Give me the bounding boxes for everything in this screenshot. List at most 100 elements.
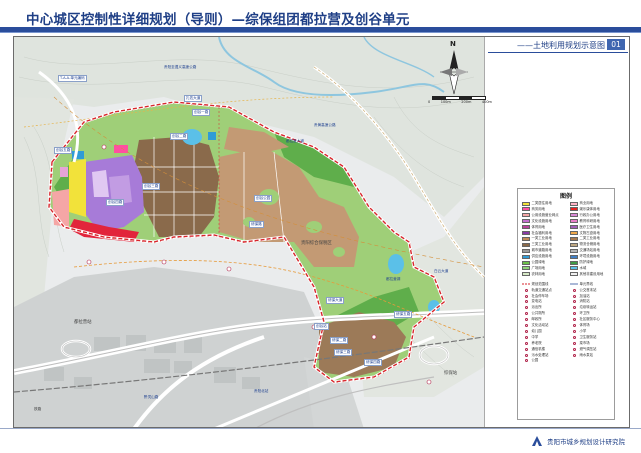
legend-label: 雨水泵站 — [579, 352, 594, 357]
legend-label: 燃气调压站 — [579, 346, 597, 351]
legend-item-color: 体育用地 — [522, 225, 545, 230]
legend-item-symbol: 幼儿园 — [522, 329, 542, 334]
legend-symbol-icon — [522, 306, 530, 310]
organization-name: 贵阳市城乡规划设计研究院 — [547, 438, 625, 446]
legend-item-color: 其他非建设用地 — [570, 272, 603, 277]
legend-symbol-icon — [570, 300, 578, 304]
legend-item-symbol: 派出所 — [522, 305, 542, 310]
legend-label: 公用设施营业网点 — [531, 212, 559, 217]
legend-label: 农林用地 — [531, 271, 546, 276]
legend-label: 轨道交通站点 — [531, 287, 552, 292]
legend-swatch — [570, 266, 578, 271]
legend-label: 污水处理站 — [531, 352, 549, 357]
legend-item-symbol: 消防站 — [570, 299, 590, 304]
legend-swatch — [570, 207, 578, 212]
map-label: 都拉营大道 — [286, 139, 304, 143]
legend-item-symbol: 养老院 — [522, 341, 542, 346]
legend-item-symbol: 雨水泵站 — [570, 353, 593, 358]
legend-label: 商务用地 — [531, 206, 546, 211]
legend-item-symbol: 轨道交通站点 — [522, 288, 552, 293]
legend-label: 垃圾转运站 — [579, 305, 597, 310]
legend-label: 文化活动站 — [531, 323, 549, 327]
legend-label: 文化设施用地 — [531, 218, 552, 223]
sheet-number-badge: 01 — [607, 39, 625, 50]
legend-item-color: 医疗卫生用地 — [570, 225, 600, 230]
legend-symbol-icon — [522, 288, 530, 292]
legend-label: 防护绿地 — [579, 260, 594, 264]
legend-item-color: 物流仓储用地 — [570, 242, 600, 247]
map-label: 贵黄高速公路 — [314, 123, 336, 127]
scale-label: 0 — [428, 100, 431, 104]
north-arrow-icon: N — [434, 40, 474, 98]
legend-label: 卫生服务站 — [579, 334, 597, 339]
legend-label: 社区服务中心 — [579, 317, 600, 322]
legend-label: 物流仓储用地 — [579, 242, 600, 247]
legend-item-symbol: 变电站 — [522, 299, 542, 304]
legend-swatch — [522, 236, 530, 241]
legend-item-color: 广场用地 — [522, 266, 545, 271]
legend-item-symbol: 污水处理站 — [522, 353, 548, 358]
map-label: 综保五路 — [394, 311, 413, 318]
legend-swatch — [522, 260, 530, 265]
legend-item-symbol: 加油站 — [570, 294, 590, 299]
map-label: 综保站 — [444, 371, 458, 376]
map-label: 黔灵山路 — [144, 395, 159, 399]
legend-item-symbol: 菜市场 — [570, 341, 590, 346]
legend-item-symbol: 公共厕所 — [522, 311, 545, 316]
legend-label: 环卫所 — [579, 311, 590, 316]
legend-item-color: 农林用地 — [522, 272, 545, 277]
legend-label: 水域 — [579, 265, 587, 270]
map-label: 创谷站 — [314, 323, 329, 330]
legend-swatch — [522, 266, 530, 271]
legend-label: 医疗卫生用地 — [579, 224, 600, 229]
legend-symbol-icon — [570, 353, 578, 357]
legend-swatch — [570, 260, 578, 265]
map-label: 都拉营站 — [74, 320, 92, 325]
legend-label: 公共厕所 — [531, 311, 546, 316]
legend-item-color: 城市道路用地 — [522, 248, 552, 253]
legend-swatch — [522, 225, 530, 230]
legend-item-color: 文物古迹用地 — [570, 231, 600, 236]
legend-label: 规划范围线 — [531, 281, 549, 286]
legend-symbol-icon — [570, 288, 578, 292]
legend-swatch — [522, 242, 530, 247]
map-label: 扎佐大道 — [184, 95, 203, 102]
legend-item-symbol: 邮政所 — [522, 317, 542, 322]
legend-item-color: 防护绿地 — [570, 260, 593, 265]
legend-item-color: 一类工业用地 — [522, 236, 552, 241]
legend-symbol-icon — [570, 335, 578, 339]
legend-swatch — [570, 242, 578, 247]
legend-item-color: 公用设施营业网点 — [522, 213, 559, 218]
legend-symbol-icon — [570, 294, 578, 298]
legend-swatch — [570, 201, 578, 206]
legend-item-symbol: 公交首末站 — [570, 288, 596, 293]
legend-title: 图例 — [559, 193, 572, 200]
legend-swatch — [570, 272, 578, 277]
footer-divider — [0, 428, 641, 429]
map-label: 综保三路 — [334, 349, 353, 356]
legend-symbol-icon — [522, 329, 530, 333]
water-body — [388, 254, 404, 274]
map-label: 贵阳至遵义高速公路 — [164, 65, 197, 69]
legend-item-color: 教育科研用地 — [570, 219, 600, 224]
legend-label: 消防站 — [579, 299, 590, 304]
legend-item-color: 二类工业用地 — [570, 236, 600, 241]
legend-label: 交通场站用地 — [579, 248, 600, 253]
sheet-title: ——土地利用规划示意图 — [517, 41, 605, 50]
legend-item-color: 文化设施用地 — [522, 219, 552, 224]
legend-label: 公园绿地 — [531, 260, 546, 264]
sheet-title-underline — [488, 52, 628, 53]
legend-label: 加油站 — [579, 293, 590, 298]
legend-swatch — [522, 248, 530, 253]
legend-label: 公园 — [531, 358, 539, 363]
legend-item-color: 二类居住用地 — [522, 201, 552, 206]
map-label: 综保二路 — [330, 337, 349, 344]
legend-item-symbol: 燃气调压站 — [570, 347, 596, 352]
legend-item-color: 环境设施用地 — [570, 254, 600, 259]
legend-swatch — [522, 219, 530, 224]
legend-symbol-icon — [522, 324, 530, 328]
legend-label: 体育用地 — [531, 224, 546, 229]
legend-item-color: 供应设施用地 — [522, 254, 552, 259]
legend-label: 派出所 — [531, 305, 542, 310]
map-label: 创谷公园 — [254, 195, 273, 202]
